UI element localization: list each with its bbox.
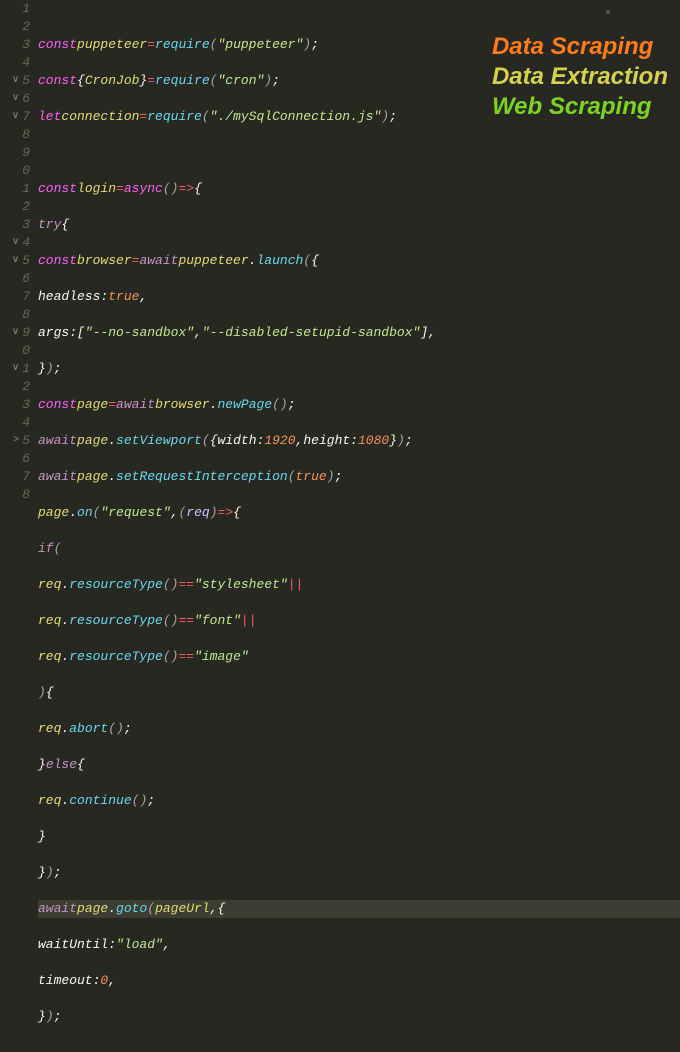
gutter-row[interactable]: 2 [0,378,30,396]
code-line[interactable]: req.continue(); [38,792,680,810]
code-line[interactable]: const login = async () => { [38,180,680,198]
gutter-row[interactable]: 8 [0,306,30,324]
line-number: 9 [22,324,30,342]
gutter-row[interactable]: ∨5 [0,72,30,90]
code-line[interactable]: req.resourceType() == "image" [38,648,680,666]
line-number: 5 [22,72,30,90]
line-number: 0 [22,162,30,180]
gutter-row[interactable]: 1 [0,180,30,198]
gutter-row[interactable]: 8 [0,486,30,504]
gutter-row[interactable]: ∨9 [0,324,30,342]
code-line[interactable]: }); [38,864,680,882]
line-number: 1 [22,360,30,378]
gutter-row[interactable]: 6 [0,450,30,468]
code-line[interactable]: if ( [38,540,680,558]
fold-icon[interactable]: ∨ [11,234,19,252]
line-number: 1 [22,0,30,18]
code-line[interactable]: const { CronJob } = require("cron"); [38,72,680,90]
fold-icon[interactable]: ∨ [11,252,19,270]
fold-icon[interactable]: ∨ [11,90,19,108]
line-number: 6 [22,90,30,108]
code-line[interactable]: req.abort(); [38,720,680,738]
line-number: 5 [22,252,30,270]
code-line[interactable]: } else { [38,756,680,774]
gutter-row[interactable]: ∨7 [0,108,30,126]
code-line[interactable]: timeout: 0, [38,972,680,990]
code-line[interactable]: try { [38,216,680,234]
gutter-row[interactable]: 0 [0,162,30,180]
gutter-row[interactable]: ∨1 [0,360,30,378]
line-number: 2 [22,198,30,216]
line-number: 3 [22,396,30,414]
line-number: 8 [22,486,30,504]
gutter-row[interactable]: 9 [0,144,30,162]
line-number: 9 [22,144,30,162]
line-number: 2 [22,18,30,36]
line-number: 8 [22,306,30,324]
code-line[interactable]: }); [38,1008,680,1026]
gutter-row[interactable]: 3 [0,36,30,54]
fold-icon[interactable]: > [11,432,19,450]
code-line[interactable]: waitUntil: "load", [38,936,680,954]
gutter-row[interactable]: >5 [0,432,30,450]
fold-icon[interactable]: ∨ [11,324,19,342]
line-number: 7 [22,288,30,306]
gutter-row[interactable]: ∨4 [0,234,30,252]
code-line[interactable]: }); [38,360,680,378]
line-number: 3 [22,216,30,234]
code-line[interactable]: ) { [38,684,680,702]
line-number: 6 [22,450,30,468]
line-number: 7 [22,468,30,486]
gutter-row[interactable]: 4 [0,414,30,432]
code-line[interactable]: args: ["--no-sandbox", "--disabled-setup… [38,324,680,342]
gutter-row[interactable]: 4 [0,54,30,72]
line-number: 3 [22,36,30,54]
line-number: 2 [22,378,30,396]
line-number: 4 [22,54,30,72]
fold-icon[interactable]: ∨ [11,108,19,126]
code-line[interactable]: await page.goto(pageUrl, { [38,900,680,918]
code-line[interactable]: page.on("request", (req) => { [38,504,680,522]
gutter-row[interactable]: ∨6 [0,90,30,108]
gutter-row[interactable]: 6 [0,270,30,288]
line-number: 5 [22,432,30,450]
gutter-row[interactable]: 1 [0,0,30,18]
code-editor[interactable]: 1234∨5∨6∨7890123∨4∨5678∨90∨1234>5678 con… [0,0,680,526]
gutter-row[interactable]: ∨5 [0,252,30,270]
gutter-row[interactable]: 7 [0,468,30,486]
gutter-row[interactable]: 8 [0,126,30,144]
line-number: 0 [22,342,30,360]
code-area[interactable]: const puppeteer = require("puppeteer"); … [38,0,680,526]
line-number: 4 [22,414,30,432]
line-number: 7 [22,108,30,126]
code-line[interactable]: await page.setRequestInterception(true); [38,468,680,486]
gutter-row[interactable]: 0 [0,342,30,360]
code-line[interactable]: req.resourceType() == "stylesheet" || [38,576,680,594]
gutter-row[interactable]: 7 [0,288,30,306]
code-line[interactable]: const page = await browser.newPage(); [38,396,680,414]
line-number: 8 [22,126,30,144]
gutter-row[interactable]: 3 [0,396,30,414]
line-number: 6 [22,270,30,288]
code-line[interactable] [38,144,680,162]
gutter-row[interactable]: 2 [0,198,30,216]
code-line[interactable]: } [38,828,680,846]
code-line[interactable]: let connection = require("./mySqlConnect… [38,108,680,126]
fold-icon[interactable]: ∨ [11,72,19,90]
gutter-row[interactable]: 3 [0,216,30,234]
line-gutter: 1234∨5∨6∨7890123∨4∨5678∨90∨1234>5678 [0,0,38,526]
fold-icon[interactable]: ∨ [11,360,19,378]
code-line[interactable]: const browser = await puppeteer.launch({ [38,252,680,270]
gutter-row[interactable]: 2 [0,18,30,36]
code-line[interactable]: const puppeteer = require("puppeteer"); [38,36,680,54]
code-line[interactable]: headless: true, [38,288,680,306]
line-number: 4 [22,234,30,252]
code-line[interactable]: await page.setViewport({ width: 1920, he… [38,432,680,450]
line-number: 1 [22,180,30,198]
code-line[interactable]: req.resourceType() == "font" || [38,612,680,630]
